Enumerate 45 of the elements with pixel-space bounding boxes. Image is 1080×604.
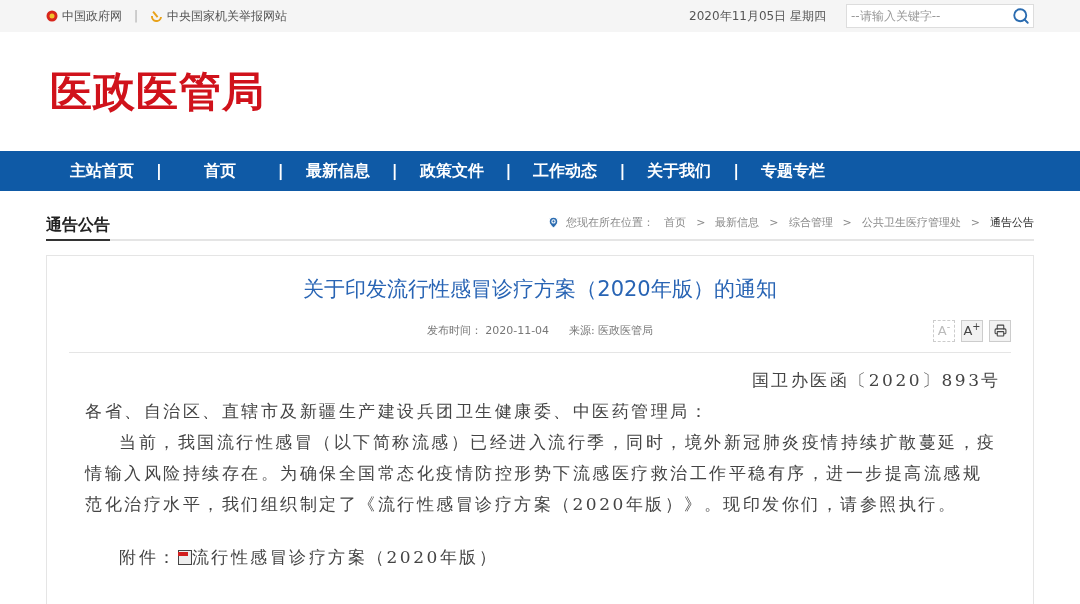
nav-separator: | xyxy=(276,160,285,182)
breadcrumb-link[interactable]: 通告公告 xyxy=(990,214,1034,231)
emblem-icon xyxy=(46,9,58,23)
section-title: 通告公告 xyxy=(46,213,110,241)
nav-separator: | xyxy=(618,160,627,182)
nav-separator: | xyxy=(732,160,741,182)
breadcrumb-link[interactable]: 公共卫生医疗管理处 xyxy=(861,214,961,231)
location-icon xyxy=(547,216,561,230)
search-field[interactable]: --请输入关键字-- xyxy=(846,4,1034,28)
breadcrumb-separator: > xyxy=(970,214,980,231)
breadcrumb-link[interactable]: 综合管理 xyxy=(788,214,833,231)
breadcrumb-separator: > xyxy=(842,214,852,231)
nav-link[interactable]: 关于我们 xyxy=(647,159,712,183)
article-meta: 发布时间： 2020-11-04 xyxy=(426,323,550,340)
nav-link[interactable]: 主站首页 xyxy=(70,159,134,183)
nav-separator: | xyxy=(155,160,163,182)
nav-separator: | xyxy=(504,160,513,182)
article-meta: 来源: 医政医管局 xyxy=(569,323,654,340)
top-link[interactable]: 中国政府网 xyxy=(46,7,122,25)
font-size-button[interactable]: A$^{+}$ xyxy=(961,319,983,342)
attachment-link[interactable]: 流行性感冒诊疗方案（2020年版） xyxy=(191,541,499,573)
breadcrumb-link[interactable]: 首页 xyxy=(664,214,687,231)
breadcrumb-separator: > xyxy=(696,214,706,231)
current-date: 2020年11月05日 星期四 xyxy=(689,8,826,25)
nav-link[interactable]: 最新信息 xyxy=(305,159,370,183)
body-paragraph: 当前，我国流行性感冒（以下简称流感）已经进入流行季，同时，境外新冠肺炎疫情持续扩散蔓延，疫情输入风险持续存在。为确保全国常态化疫情防控形势下流感医疗救治工作平稳有序，进一步提高流感规范化治疗水平，我们组织制定了《流行性感冒诊疗方案（2020年版）》。现印发你们，请参照执行。 xyxy=(85,430,998,516)
salutation: 各省、自治区、直辖市及新疆生产建设兵团卫生健康委、中医药管理局： xyxy=(85,399,710,423)
breadcrumb-separator: > xyxy=(769,214,779,231)
separator: | xyxy=(134,8,139,25)
search-icon[interactable] xyxy=(1012,7,1030,25)
document-number: 国卫办医函〔2020〕893号 xyxy=(750,368,1001,392)
attachment-label: 附件： xyxy=(119,545,178,569)
nav-link[interactable]: 首页 xyxy=(183,159,256,183)
top-link[interactable]: 中央国家机关举报网站 xyxy=(150,7,288,25)
nav-separator: | xyxy=(390,160,399,182)
print-button[interactable] xyxy=(989,319,1011,342)
breadcrumb-label: 您现在所在位置： xyxy=(566,214,655,231)
article-title: 关于印发流行性感冒诊疗方案（2020年版）的通知 xyxy=(302,276,778,303)
pdf-file-icon xyxy=(177,549,192,565)
nav-link[interactable]: 专题专栏 xyxy=(761,159,826,183)
breadcrumb-link[interactable]: 最新信息 xyxy=(715,214,760,231)
nav-link[interactable]: 政策文件 xyxy=(419,159,484,183)
nav-link[interactable]: 工作动态 xyxy=(533,159,598,183)
print-icon xyxy=(993,324,1007,337)
site-title: 医政医管局 xyxy=(50,66,265,118)
